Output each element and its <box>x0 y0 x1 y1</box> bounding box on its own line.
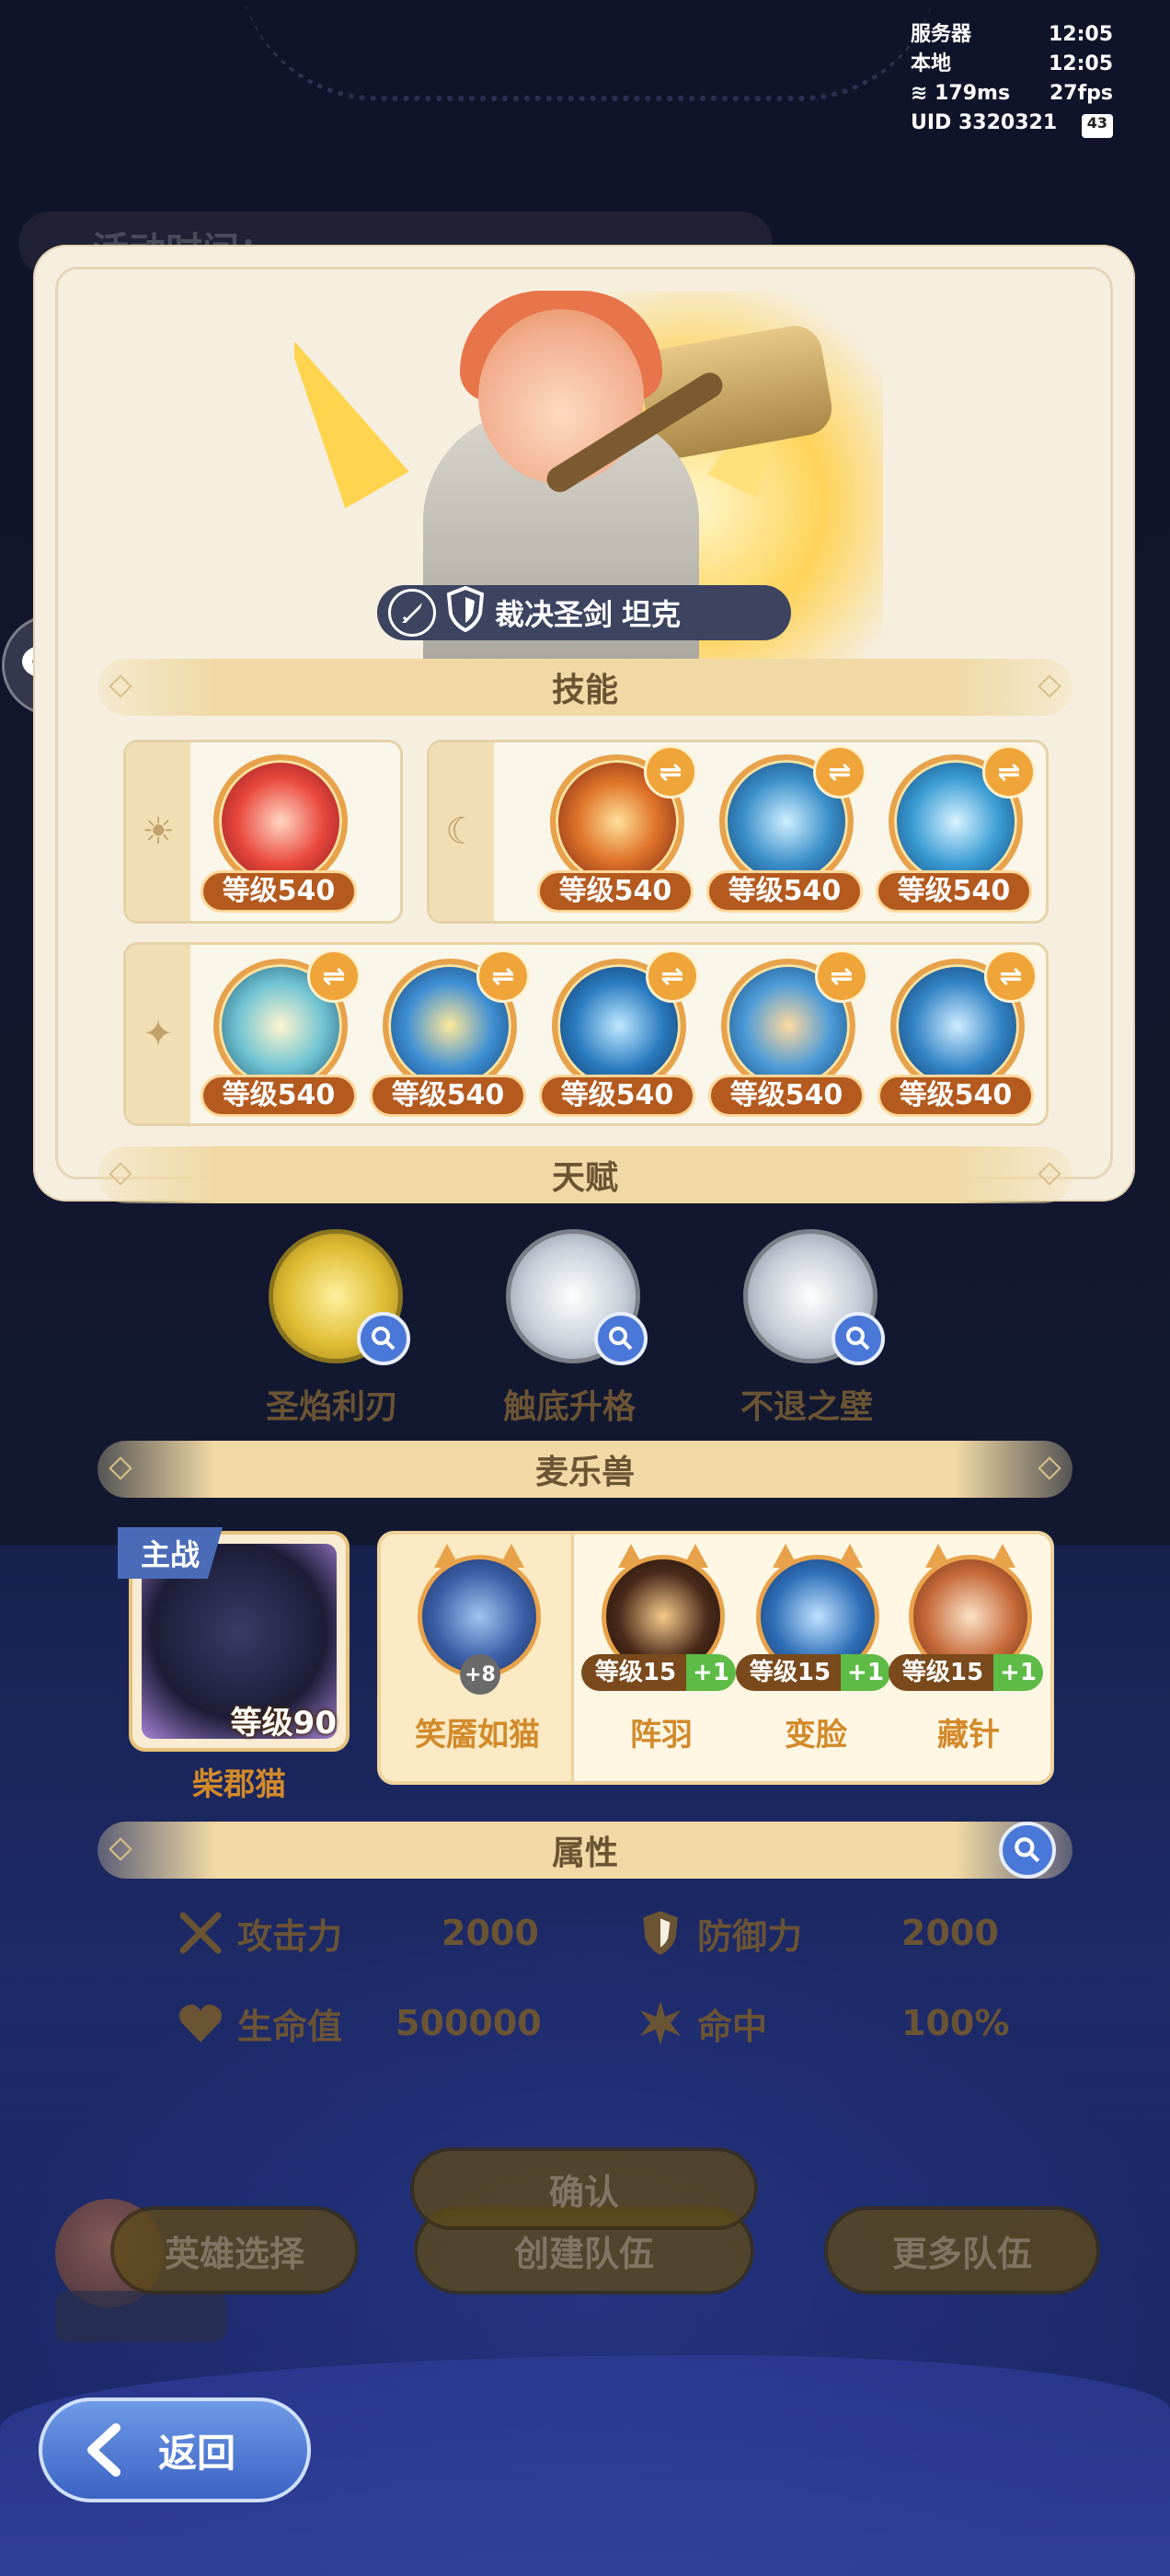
pet-item[interactable]: 等级15 +1 变脸 <box>736 1540 894 1770</box>
swap-icon[interactable]: ⇌ <box>815 949 868 1003</box>
hero-title: 裁决圣剑 <box>495 597 614 632</box>
attribute-row: 攻击力 2000 防御力 2000 <box>175 1901 1021 1965</box>
search-icon <box>1015 1837 1040 1863</box>
sword-class-icon <box>388 589 436 637</box>
pet-badge: +8 <box>460 1654 500 1695</box>
hit-attribute: 命中 <box>635 1991 767 2055</box>
swap-icon[interactable]: ⇌ <box>984 949 1038 1003</box>
hero-role: 坦克 <box>622 597 682 632</box>
swap-icon[interactable]: ⇌ <box>646 949 699 1003</box>
hit-label: 命中 <box>697 2006 768 2047</box>
talent-name: 圣焰利刃 <box>265 1388 398 1426</box>
talent-item[interactable]: 不退之壁 <box>710 1229 894 1441</box>
server-time: 12:05 <box>1048 23 1113 46</box>
skill-slot[interactable]: 等级540 ⇌ <box>706 745 866 913</box>
attack-value: 2000 <box>442 1913 539 1953</box>
background-ornament <box>239 0 938 101</box>
local-time: 12:05 <box>1048 52 1113 75</box>
attributes-title: 属性 <box>551 1834 618 1872</box>
back-label: 返回 <box>158 2430 236 2476</box>
hp-label: 生命值 <box>237 2006 343 2047</box>
skills-title: 技能 <box>551 672 618 709</box>
talent-name: 触底升格 <box>502 1388 636 1426</box>
star-icon: ✦ <box>126 945 190 1123</box>
pet-level: 等级15 <box>736 1654 844 1691</box>
ping-value: 179ms <box>935 82 1011 105</box>
skill-slot[interactable]: 等级540 <box>201 745 357 913</box>
pet-plus: +1 <box>993 1654 1043 1691</box>
pet-name: 笑靥如猫 <box>415 1717 540 1754</box>
defense-value: 2000 <box>901 1913 999 1953</box>
search-icon[interactable] <box>832 1312 885 1365</box>
hero-select-button: 英雄选择 <box>110 2206 359 2294</box>
wifi-icon: ≋ <box>911 82 928 105</box>
talent-name: 不退之壁 <box>740 1388 873 1426</box>
confirm-button: 确认 <box>410 2147 758 2230</box>
skill-slot[interactable]: 等级540 ⇌ <box>537 745 697 913</box>
uid-text: UID 3320321 <box>911 111 1058 134</box>
talent-item[interactable]: 触底升格 <box>473 1229 657 1441</box>
talents-title: 天赋 <box>551 1159 618 1197</box>
local-label: 本地 <box>911 52 952 75</box>
main-pet-level: 等级90 <box>230 1705 337 1742</box>
status-overlay: 服务器 12:05 本地 12:05 ≋ 179ms 27fps UID 332032… <box>911 20 1113 138</box>
defense-label: 防御力 <box>697 1915 803 1957</box>
skill-slot[interactable]: 等级540 ⇌ <box>201 949 361 1117</box>
swap-icon[interactable]: ⇌ <box>307 949 361 1003</box>
skills-section-header: 技能 <box>98 659 1072 716</box>
pet-name: 藏针 <box>937 1717 1000 1754</box>
burst-star-icon <box>635 1997 686 2049</box>
attack-label: 攻击力 <box>237 1915 343 1957</box>
crossed-swords-icon <box>175 1907 226 1959</box>
talent-item[interactable]: 圣焰利刃 <box>235 1229 419 1441</box>
pet-list-box: +8 笑靥如猫 等级15 +1 阵羽 等级15 +1 变脸 等级15 +1 藏针 <box>377 1531 1054 1785</box>
pet-item[interactable]: 等级15 +1 藏针 <box>889 1540 1047 1770</box>
shield-role-icon <box>445 585 486 639</box>
heart-icon <box>175 1997 226 2049</box>
attribute-search-button[interactable] <box>999 1822 1056 1879</box>
shield-icon <box>635 1907 686 1959</box>
attribute-row: 生命值 500000 命中 100% <box>175 1991 1021 2055</box>
battery-icon: 43 <box>1081 114 1113 138</box>
hero-name-plate: 裁决圣剑 坦克 <box>377 585 791 640</box>
swap-icon[interactable]: ⇌ <box>476 949 530 1003</box>
pet-level: 等级15 <box>889 1654 997 1691</box>
search-icon[interactable] <box>594 1312 648 1365</box>
pets-section-header: 麦乐兽 <box>98 1441 1072 1498</box>
hit-value: 100% <box>901 2003 1010 2043</box>
swap-icon[interactable]: ⇌ <box>813 745 866 799</box>
pet-level: 等级15 <box>581 1654 690 1691</box>
pet-item[interactable]: 等级15 +1 阵羽 <box>581 1540 740 1770</box>
attributes-section-header: 属性 <box>98 1822 1072 1879</box>
fps-value: 27fps <box>1049 82 1113 105</box>
back-button[interactable]: 返回 <box>39 2398 311 2502</box>
pet-plus: +1 <box>841 1654 890 1691</box>
swap-icon[interactable]: ⇌ <box>982 745 1036 799</box>
attack-attribute: 攻击力 <box>175 1901 342 1965</box>
search-icon[interactable] <box>357 1312 410 1365</box>
skill-slot[interactable]: 等级540 ⇌ <box>370 949 530 1117</box>
pets-title: 麦乐兽 <box>534 1454 635 1491</box>
team-hero-icons <box>55 2291 226 2342</box>
pet-item[interactable]: +8 笑靥如猫 <box>399 1540 556 1770</box>
back-arrow-icon <box>87 2423 120 2477</box>
skill-slot[interactable]: 等级540 ⇌ <box>876 745 1036 913</box>
talents-section-header: 天赋 <box>98 1146 1072 1203</box>
defense-attribute: 防御力 <box>635 1901 802 1965</box>
more-teams-button: 更多队伍 <box>824 2206 1100 2294</box>
skill-slot[interactable]: 等级540 ⇌ <box>539 949 699 1117</box>
hp-value: 500000 <box>396 2003 542 2043</box>
skill-slot[interactable]: 等级540 ⇌ <box>708 949 868 1117</box>
main-pet-name: 柴郡猫 <box>192 1766 286 1803</box>
server-label: 服务器 <box>911 23 972 46</box>
main-battle-tag: 主战 <box>118 1527 223 1579</box>
skill-slot[interactable]: 等级540 ⇌ <box>878 949 1038 1117</box>
pet-plus: +1 <box>686 1654 736 1691</box>
moon-icon: ☾ <box>430 742 494 921</box>
swap-icon[interactable]: ⇌ <box>644 745 697 799</box>
sun-icon: ☀ <box>126 742 190 921</box>
hp-attribute: 生命值 <box>175 1991 342 2055</box>
